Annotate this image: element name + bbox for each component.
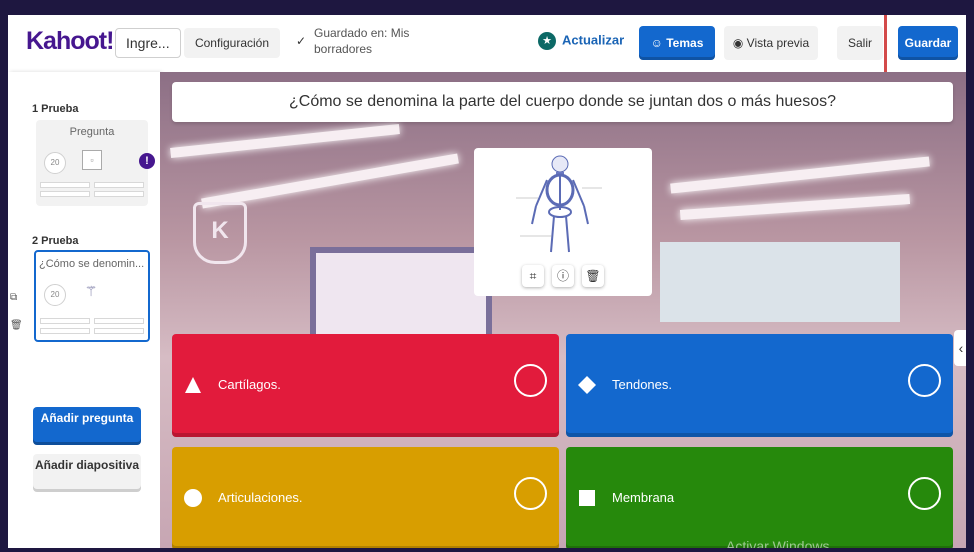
answer-3-text[interactable]: Articulaciones. — [218, 490, 303, 505]
correct-answer-toggle[interactable] — [908, 477, 941, 510]
duplicate-icon[interactable]: ⧉ — [10, 292, 17, 303]
timer-icon: 20 — [44, 284, 66, 306]
palette-icon: ☺ — [650, 36, 663, 50]
save-button[interactable]: Guardar — [898, 26, 958, 60]
skeleton-image — [516, 155, 602, 253]
answer-2-text[interactable]: Tendones. — [612, 377, 672, 392]
diamond-icon — [578, 376, 596, 394]
slide-2-label: 2 Prueba — [32, 235, 79, 247]
themes-label: Temas — [666, 36, 704, 50]
answer-2[interactable]: Tendones. — [566, 334, 953, 437]
correct-answer-toggle[interactable] — [908, 364, 941, 397]
preview-label: Vista previa — [746, 36, 810, 50]
kahoot-title-input[interactable]: Ingre... — [115, 28, 181, 58]
kahoot-crest-icon: K — [193, 202, 247, 264]
windows-activation-watermark: Activar Windows — [726, 538, 830, 548]
info-icon[interactable]: ⓘ — [552, 265, 574, 287]
save-status: ✓ Guardado en: Mis borradores — [296, 25, 424, 57]
trash-icon[interactable]: 🗑 — [582, 265, 604, 287]
ceiling-light — [201, 153, 459, 209]
slide-2-title: ¿Cómo se denomin... — [39, 258, 145, 270]
slide-2-thumbnail[interactable]: ¿Cómo se denomin... 20 ⚚ — [34, 250, 150, 342]
settings-button[interactable]: Configuración — [184, 28, 280, 58]
top-bar: Kahoot! Ingre... Configuración ✓ Guardad… — [8, 15, 966, 90]
ceiling-light — [170, 124, 400, 158]
star-icon: ★ — [538, 32, 556, 50]
crop-icon[interactable]: ⌗ — [522, 265, 544, 287]
classroom-window — [660, 242, 900, 322]
answer-1[interactable]: Cartílagos. — [172, 334, 559, 437]
add-slide-button[interactable]: Añadir diapositiva — [33, 454, 141, 492]
question-image[interactable]: ⌗ ⓘ 🗑 — [474, 148, 652, 296]
upgrade-label: Actualizar — [562, 32, 625, 48]
add-question-button[interactable]: Añadir pregunta — [33, 407, 141, 445]
answer-bar — [40, 191, 90, 197]
correct-answer-toggle[interactable] — [514, 364, 547, 397]
answer-bar — [94, 191, 144, 197]
check-icon: ✓ — [296, 34, 307, 48]
slide-1-title: Pregunta — [69, 126, 115, 138]
ceiling-light — [679, 193, 911, 221]
preview-button[interactable]: ◉ Vista previa — [724, 26, 818, 60]
exit-button[interactable]: Salir — [837, 26, 883, 60]
question-input[interactable]: ¿Cómo se denomina la parte del cuerpo do… — [172, 82, 953, 122]
app-window: Kahoot! Ingre... Configuración ✓ Guardad… — [8, 15, 966, 548]
trash-icon[interactable]: 🗑 — [10, 320, 23, 331]
answer-bar — [40, 328, 90, 334]
eye-icon: ◉ — [732, 36, 744, 50]
slide-sidebar: 1 Prueba Pregunta 20 ▫ ! 2 Prueba ¿Cómo … — [8, 72, 160, 548]
answer-bar — [94, 328, 144, 334]
answer-bar — [40, 318, 90, 324]
save-status-text: Guardado en: Mis borradores — [314, 26, 410, 56]
timer-icon: 20 — [44, 152, 66, 174]
answer-3[interactable]: Articulaciones. — [172, 447, 559, 548]
answer-4[interactable]: Membrana — [566, 447, 953, 548]
slide-1-label: 1 Prueba — [32, 103, 79, 115]
themes-button[interactable]: ☺ Temas — [639, 26, 715, 60]
answer-bar — [94, 318, 144, 324]
image-placeholder-icon: ▫ — [82, 150, 102, 170]
answer-bar — [40, 182, 90, 188]
slide-1-thumbnail[interactable]: Pregunta 20 ▫ — [36, 120, 148, 206]
triangle-icon — [185, 377, 201, 393]
square-icon — [579, 490, 595, 506]
question-editor: K ¿Cómo se denomina la parte del cuerpo … — [160, 72, 966, 548]
upgrade-button[interactable]: ★ Actualizar — [538, 32, 624, 50]
warning-icon[interactable]: ! — [139, 153, 155, 169]
correct-answer-toggle[interactable] — [514, 477, 547, 510]
answer-1-text[interactable]: Cartílagos. — [218, 377, 281, 392]
chevron-left-icon[interactable]: ‹ — [954, 330, 966, 366]
skeleton-image-icon: ⚚ — [82, 282, 100, 300]
kahoot-logo[interactable]: Kahoot! — [26, 27, 114, 56]
answer-4-text[interactable]: Membrana — [612, 490, 674, 505]
answer-bar — [94, 182, 144, 188]
ceiling-light — [670, 156, 930, 194]
circle-icon — [184, 489, 202, 507]
